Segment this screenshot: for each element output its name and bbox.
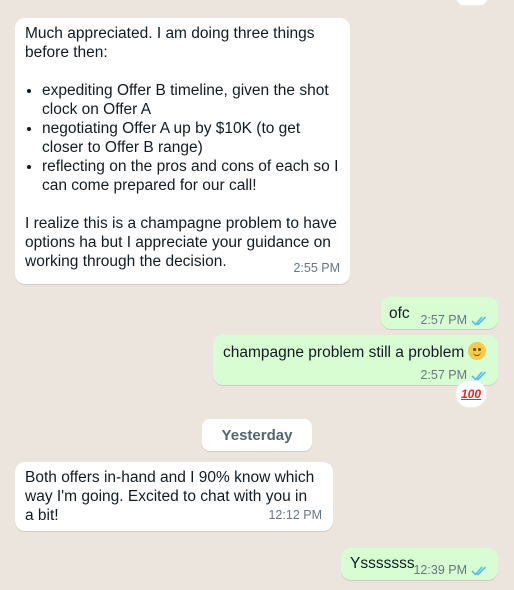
message-time: 12:39 PM	[413, 563, 467, 577]
message-text: champagne problem still a problem	[223, 344, 465, 361]
message-meta: 12:39 PM	[413, 561, 488, 580]
message-bubble-outgoing[interactable]: Ysssssss 12:39 PM	[341, 548, 498, 580]
message-text: ofc	[389, 305, 410, 322]
previous-reaction-chip	[456, 0, 488, 6]
list-item: negotiating Offer A up by $10K (to get c…	[42, 119, 340, 157]
message-bubble-outgoing[interactable]: champagne problem still a problem 2:57 P…	[213, 335, 498, 385]
chat-pane[interactable]: Much appreciated. I am doing three thing…	[0, 0, 514, 590]
message-bubble-outgoing[interactable]: ofc 2:57 PM	[381, 297, 498, 329]
message-meta: 2:55 PM	[293, 259, 340, 278]
message-meta: 12:12 PM	[268, 506, 322, 525]
date-separator: Yesterday	[202, 419, 312, 451]
message-time: 12:12 PM	[268, 508, 322, 522]
date-separator-label: Yesterday	[221, 426, 293, 444]
message-time: 2:55 PM	[293, 261, 340, 275]
message-bubble-incoming[interactable]: Both offers in-hand and I 90% know which…	[15, 462, 333, 531]
list-item: expediting Offer B timeline, given the s…	[42, 81, 340, 119]
double-check-icon	[471, 316, 487, 326]
smiling-face-emoji-icon	[468, 342, 487, 360]
message-time: 2:57 PM	[420, 313, 467, 327]
message-bullet-list: expediting Offer B timeline, given the s…	[25, 81, 340, 195]
message-text: Ysssssss	[350, 555, 415, 572]
hundred-points-reaction-icon[interactable]: 100	[455, 380, 487, 408]
double-check-icon	[471, 566, 487, 576]
message-meta: 2:57 PM	[420, 311, 488, 330]
reaction-value: 100	[460, 387, 482, 401]
message-text: Much appreciated. I am doing three thing…	[25, 25, 315, 61]
message-bubble-incoming[interactable]: Much appreciated. I am doing three thing…	[15, 18, 350, 284]
message-text-wrap: champagne problem still a problem	[223, 342, 487, 362]
list-item: reflecting on the pros and cons of each …	[42, 157, 340, 195]
